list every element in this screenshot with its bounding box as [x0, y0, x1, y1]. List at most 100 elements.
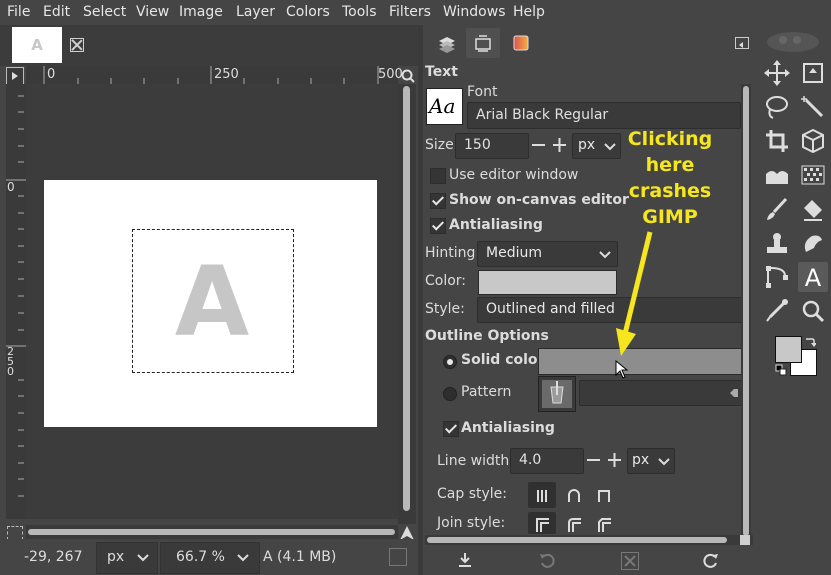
menu-file[interactable]: File [7, 4, 30, 20]
delete-options-icon[interactable] [621, 552, 639, 570]
pattern-swatch-icon[interactable] [538, 376, 576, 412]
outline-antialiasing-checkbox[interactable] [443, 421, 459, 437]
outline-antialiasing-label: Antialiasing [461, 420, 555, 436]
toggle-mask-icon[interactable] [7, 526, 23, 540]
menu-colors[interactable]: Colors [286, 4, 330, 20]
pattern-name-field[interactable] [579, 380, 743, 406]
default-colors-icon[interactable] [775, 364, 787, 376]
menu-windows[interactable]: Windows [443, 4, 506, 20]
menu-edit[interactable]: Edit [43, 4, 70, 20]
join-miter-icon[interactable] [528, 512, 556, 534]
clone-icon[interactable] [762, 228, 792, 258]
text-box-outline[interactable] [132, 229, 294, 373]
svg-text:A: A [805, 264, 822, 292]
unit-value: px [107, 549, 125, 565]
font-preview-button[interactable]: Aa [426, 88, 463, 125]
mouse-cursor-icon [615, 360, 629, 379]
foreground-color-swatch[interactable] [775, 336, 802, 363]
canvas-vertical-scrollbar[interactable] [398, 84, 416, 524]
menu-view[interactable]: View [136, 4, 169, 20]
pattern-label: Pattern [461, 384, 512, 400]
join-style-label: Join style: [437, 515, 506, 531]
image-info: A (4.1 MB) [263, 549, 337, 565]
antialiasing-label: Antialiasing [449, 217, 543, 233]
color-picker-icon[interactable] [762, 296, 792, 326]
menu-image[interactable]: Image [179, 4, 223, 20]
annotation-text: Clicking here crashes GIMP [627, 128, 713, 228]
chevron-down-icon [237, 554, 249, 562]
close-tab-icon[interactable] [70, 38, 84, 52]
hinting-select[interactable]: Medium [477, 241, 618, 267]
menu-select[interactable]: Select [83, 4, 126, 20]
menu-bar: File Edit Select View Image Layer Colors… [0, 0, 831, 25]
lasso-icon[interactable] [762, 92, 792, 122]
pattern-radio[interactable] [443, 387, 457, 401]
line-width-field[interactable]: 4.0 [510, 448, 584, 474]
wilber-icon [767, 32, 819, 52]
move-icon[interactable] [762, 58, 792, 88]
line-width-label: Line width: [437, 453, 514, 469]
annotation-arrow [616, 231, 653, 356]
image-tab[interactable]: A [12, 27, 62, 63]
size-field[interactable]: 150 [455, 133, 529, 159]
reset-options-icon[interactable] [703, 552, 719, 568]
vruler-tick-250: 250 [7, 345, 14, 378]
text-color-button[interactable] [478, 270, 617, 295]
zoom-select[interactable]: 66.7 % [160, 542, 260, 574]
size-decrease-button[interactable] [529, 133, 548, 157]
line-width-increase-button[interactable] [605, 448, 624, 472]
paths-icon[interactable] [762, 262, 792, 292]
ruler-tick-250: 250 [214, 67, 239, 82]
panel-horizontal-scrollbar[interactable] [425, 535, 753, 545]
menu-help[interactable]: Help [513, 4, 545, 20]
cap-square-icon[interactable] [590, 482, 618, 508]
fuzzy-select-icon[interactable] [798, 92, 828, 122]
vertical-ruler: 0 250 [6, 84, 26, 519]
line-width-unit-select[interactable]: px [627, 448, 675, 474]
horizontal-ruler: 0 250 500 [26, 66, 403, 85]
tool-options-tab-icon[interactable] [466, 28, 500, 58]
crop-icon[interactable] [762, 126, 792, 156]
text-icon[interactable]: A [798, 262, 828, 292]
solid-color-radio[interactable] [443, 355, 457, 369]
layers-tab-icon[interactable] [430, 28, 464, 58]
zoom-tool-icon[interactable] [798, 296, 828, 326]
panel-title: Text [425, 64, 458, 80]
paintbrush-icon[interactable] [762, 194, 792, 224]
restore-options-icon[interactable] [539, 552, 555, 568]
cap-round-icon[interactable] [560, 482, 588, 508]
warp-icon[interactable] [762, 160, 792, 190]
menu-layer[interactable]: Layer [236, 4, 275, 20]
panel-menu-icon[interactable] [735, 37, 749, 49]
use-editor-window-label: Use editor window [449, 167, 579, 183]
cap-butt-icon[interactable] [528, 482, 556, 508]
show-on-canvas-editor-checkbox[interactable] [430, 193, 446, 209]
navigation-preview-icon[interactable] [389, 548, 407, 566]
gradients-tab-icon[interactable] [504, 28, 538, 58]
use-editor-window-checkbox[interactable] [430, 168, 446, 184]
save-options-icon[interactable] [458, 552, 472, 568]
size-increase-button[interactable] [550, 133, 569, 157]
font-name-field[interactable]: Arial Black Regular [467, 102, 741, 129]
swap-colors-icon[interactable] [804, 336, 816, 348]
smudge-icon[interactable] [798, 228, 828, 258]
transform-3d-icon[interactable] [798, 126, 828, 156]
zoom-icon[interactable] [400, 68, 416, 84]
antialiasing-checkbox[interactable] [430, 218, 446, 234]
menu-filters[interactable]: Filters [389, 4, 431, 20]
quick-mask-toggle-icon[interactable] [6, 67, 24, 85]
align-icon[interactable] [798, 58, 828, 88]
zoom-value: 66.7 % [176, 549, 225, 565]
canvas-horizontal-scrollbar[interactable] [26, 525, 398, 539]
color-label: Color: [425, 273, 467, 289]
cap-style-label: Cap style: [437, 486, 507, 502]
ruler-tick-0: 0 [47, 67, 56, 82]
eraser-icon[interactable] [798, 194, 828, 224]
unit-select[interactable]: px [96, 542, 158, 574]
gradient-icon[interactable] [798, 160, 828, 190]
line-width-decrease-button[interactable] [584, 448, 603, 472]
outline-options-heading: Outline Options [425, 328, 549, 344]
join-round-icon[interactable] [560, 512, 588, 534]
menu-tools[interactable]: Tools [342, 4, 377, 20]
join-bevel-icon[interactable] [590, 512, 618, 534]
